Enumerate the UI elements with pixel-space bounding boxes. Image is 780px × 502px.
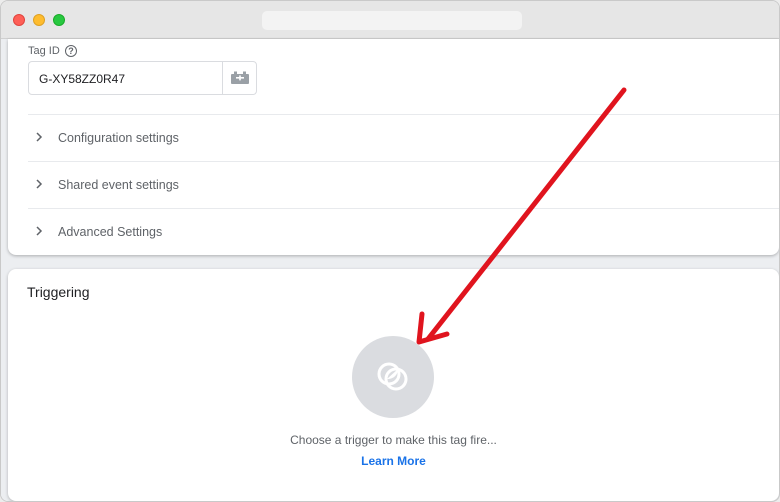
tag-id-field[interactable]: G-XY58ZZ0R47 — [28, 61, 257, 95]
variable-picker-icon[interactable] — [230, 71, 250, 85]
triggering-card: Triggering Choose a trigger to make this… — [8, 269, 779, 501]
tag-id-label: Tag ID — [28, 45, 60, 57]
maximize-window-button[interactable] — [53, 14, 65, 26]
tag-configuration-card: Tag ID ? G-XY58ZZ0R47 Configuration sett… — [8, 39, 779, 255]
choose-trigger-button[interactable] — [352, 336, 434, 418]
help-icon[interactable]: ? — [65, 45, 77, 57]
section-shared-event-settings[interactable]: Shared event settings — [28, 161, 779, 208]
section-configuration-settings[interactable]: Configuration settings — [28, 114, 779, 161]
section-label: Advanced Settings — [58, 225, 163, 239]
minimize-window-button[interactable] — [33, 14, 45, 26]
tag-id-value[interactable]: G-XY58ZZ0R47 — [39, 72, 125, 86]
chevron-right-icon — [36, 179, 43, 189]
section-label: Shared event settings — [58, 178, 179, 192]
title-bar — [1, 1, 779, 39]
address-bar[interactable] — [262, 11, 522, 30]
close-window-button[interactable] — [13, 14, 25, 26]
section-advanced-settings[interactable]: Advanced Settings — [28, 208, 779, 255]
chevron-right-icon — [36, 226, 43, 236]
triggering-title: Triggering — [27, 284, 90, 300]
trigger-empty-text: Choose a trigger to make this tag fire..… — [290, 433, 497, 447]
browser-window: Tag ID ? G-XY58ZZ0R47 Configuration sett… — [0, 0, 780, 502]
page-content: Tag ID ? G-XY58ZZ0R47 Configuration sett… — [1, 39, 779, 501]
chevron-right-icon — [36, 132, 43, 142]
section-label: Configuration settings — [58, 131, 179, 145]
trigger-icon — [377, 362, 408, 391]
field-divider — [222, 62, 223, 94]
learn-more-link[interactable]: Learn More — [8, 454, 779, 468]
